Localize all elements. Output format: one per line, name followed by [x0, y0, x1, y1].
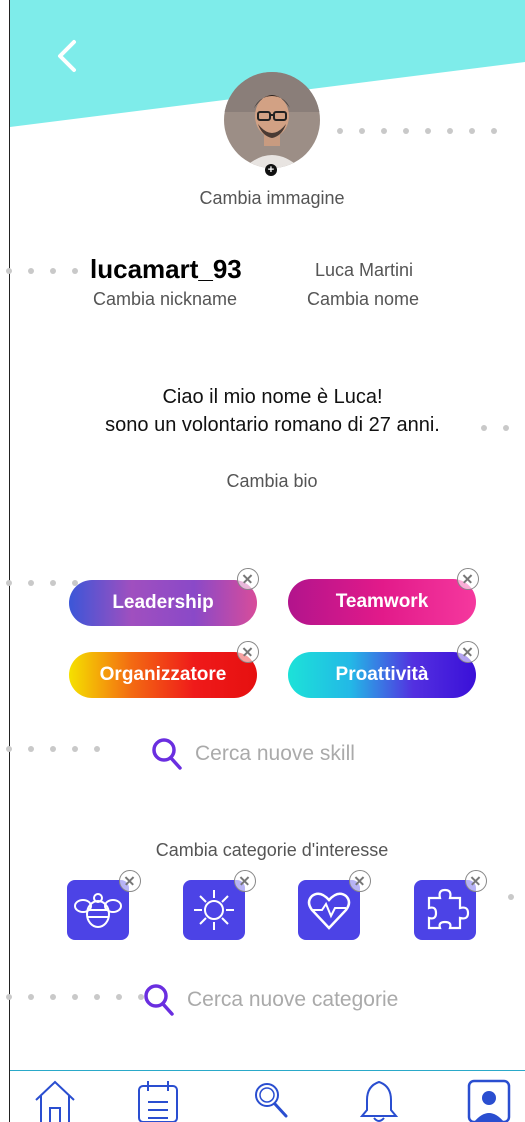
remove-skill-icon[interactable] [237, 641, 259, 663]
bio-line-2: sono un volontario romano di 27 anni. [105, 414, 440, 436]
skill-proattivita[interactable]: Proattività [288, 652, 476, 698]
calendar-icon[interactable] [136, 1078, 182, 1122]
decorative-dots [6, 580, 78, 586]
search-skill-placeholder: Cerca nuove skill [195, 742, 355, 765]
change-bio-link[interactable]: Cambia bio [172, 471, 372, 492]
search-category-field[interactable]: Cerca nuove categorie [143, 983, 398, 1017]
change-image-link[interactable]: Cambia immagine [172, 188, 372, 209]
avatar-photo [224, 72, 320, 168]
search-icon[interactable] [250, 1078, 296, 1122]
category-health[interactable] [298, 880, 360, 940]
category-splash[interactable] [183, 880, 245, 940]
skill-leadership[interactable]: Leadership [69, 580, 257, 626]
category-bee[interactable] [67, 880, 129, 940]
profile-icon[interactable] [466, 1078, 512, 1122]
decorative-dots [6, 994, 144, 1000]
remove-skill-icon[interactable] [237, 568, 259, 590]
search-icon [144, 984, 174, 1016]
puzzle-icon [427, 888, 470, 930]
nickname: lucamart_93 [90, 254, 242, 284]
remove-skill-icon[interactable] [457, 641, 479, 663]
search-icon [152, 738, 182, 770]
remove-category-icon[interactable] [465, 870, 487, 892]
full-name: Luca Martini [315, 260, 414, 280]
add-image-icon[interactable]: + [265, 164, 277, 176]
decorative-dots [6, 746, 100, 752]
change-nickname-link[interactable]: Cambia nickname [93, 289, 237, 310]
decorative-dots [6, 268, 78, 274]
bee-icon [74, 893, 122, 928]
search-skill-field[interactable]: Cerca nuove skill [151, 737, 355, 771]
skill-organizzatore[interactable]: Organizzatore [69, 652, 257, 698]
remove-category-icon[interactable] [349, 870, 371, 892]
remove-category-icon[interactable] [234, 870, 256, 892]
splash-icon [194, 890, 234, 930]
avatar[interactable] [224, 72, 320, 168]
home-icon[interactable] [32, 1078, 78, 1122]
remove-category-icon[interactable] [119, 870, 141, 892]
category-puzzle[interactable] [414, 880, 476, 940]
skill-teamwork[interactable]: Teamwork [288, 579, 476, 625]
decorative-dot [508, 894, 514, 900]
heart-pulse-icon [307, 892, 351, 930]
categories-title: Cambia categorie d'interesse [155, 840, 389, 860]
bottom-nav-divider [10, 1070, 525, 1071]
change-name-link[interactable]: Cambia nome [307, 289, 419, 310]
bell-icon[interactable] [356, 1078, 402, 1122]
decorative-dots [481, 425, 509, 431]
screen-edge [9, 0, 10, 1122]
back-arrow-icon[interactable] [50, 36, 86, 76]
bio-line-1: Ciao il mio nome è Luca! [162, 386, 383, 408]
decorative-dots [337, 128, 497, 134]
profile-edit-screen: + Cambia immagine lucamart_93 Cambia nic… [0, 0, 525, 1122]
remove-skill-icon[interactable] [457, 568, 479, 590]
search-category-placeholder: Cerca nuove categorie [187, 988, 399, 1011]
